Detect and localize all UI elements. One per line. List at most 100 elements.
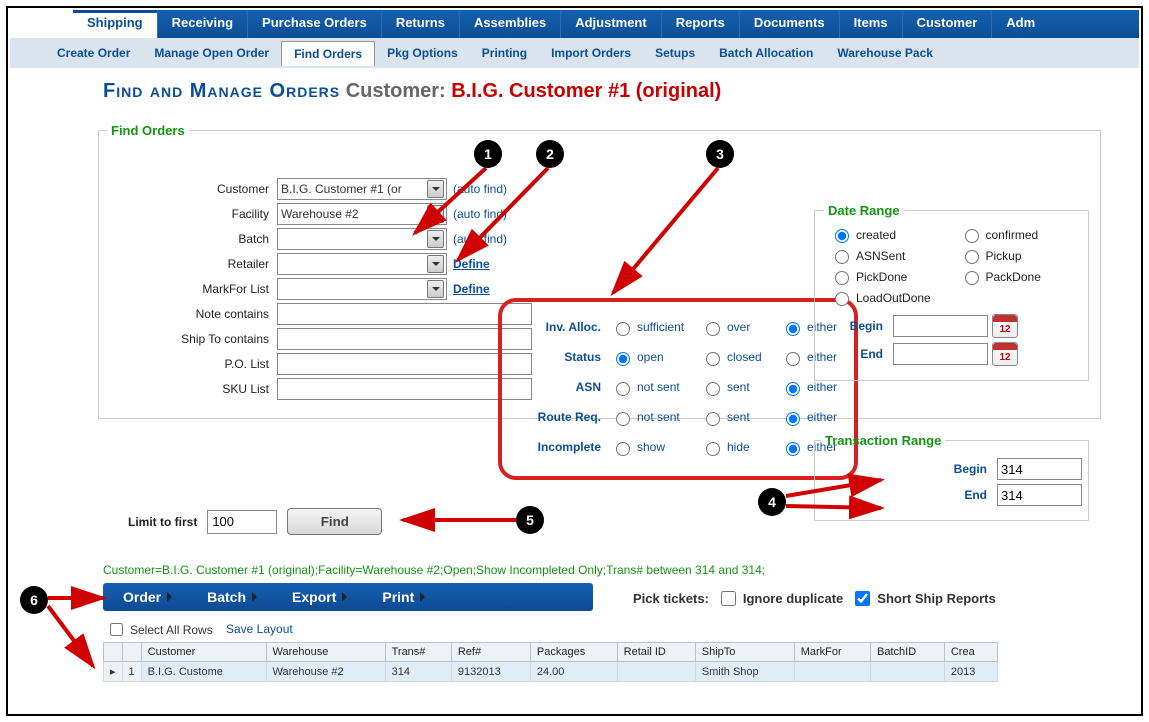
incomplete-show[interactable]: show bbox=[611, 439, 701, 456]
expand-icon[interactable]: ▸ bbox=[104, 662, 123, 682]
route-label: Route Req. bbox=[506, 410, 611, 424]
select-all-rows[interactable]: Select All Rows bbox=[106, 620, 213, 639]
dr-begin-input[interactable] bbox=[893, 315, 988, 337]
calendar-icon[interactable]: 12 bbox=[992, 314, 1018, 338]
asn-notsent[interactable]: not sent bbox=[611, 379, 701, 396]
customer-select[interactable]: B.I.G. Customer #1 (or bbox=[277, 178, 447, 200]
batch-select[interactable] bbox=[277, 228, 447, 250]
dr-pickup[interactable]: Pickup bbox=[960, 247, 1074, 264]
sub-create-order[interactable]: Create Order bbox=[45, 41, 142, 65]
markfor-define[interactable]: Define bbox=[447, 282, 532, 296]
dr-end-input[interactable] bbox=[893, 343, 988, 365]
tr-begin-input[interactable] bbox=[997, 458, 1082, 480]
tab-reports[interactable]: Reports bbox=[661, 10, 739, 38]
tab-customer[interactable]: Customer bbox=[902, 10, 992, 38]
asn-sent[interactable]: sent bbox=[701, 379, 781, 396]
asn-label: ASN bbox=[506, 380, 611, 394]
tr-begin-label: Begin bbox=[954, 462, 993, 476]
col-customer[interactable]: Customer bbox=[141, 643, 266, 662]
sub-warehouse-pack[interactable]: Warehouse Pack bbox=[825, 41, 945, 65]
facility-select[interactable]: Warehouse #2 bbox=[277, 203, 447, 225]
action-batch[interactable]: Batch bbox=[187, 589, 272, 605]
dr-pickdone[interactable]: PickDone bbox=[830, 268, 944, 285]
tab-receiving[interactable]: Receiving bbox=[157, 10, 247, 38]
action-print[interactable]: Print bbox=[362, 589, 440, 605]
sub-pkg-options[interactable]: Pkg Options bbox=[375, 41, 470, 65]
short-ship-check[interactable]: Short Ship Reports bbox=[851, 588, 995, 609]
page-title: Find and Manage Orders Customer: B.I.G. … bbox=[103, 80, 1141, 103]
chevron-down-icon[interactable] bbox=[427, 180, 444, 198]
shipto-input[interactable] bbox=[277, 328, 532, 350]
tab-purchase-orders[interactable]: Purchase Orders bbox=[247, 10, 381, 38]
shipto-label: Ship To contains bbox=[107, 332, 277, 346]
col-ref[interactable]: Ref# bbox=[451, 643, 530, 662]
note-input[interactable] bbox=[277, 303, 532, 325]
tab-returns[interactable]: Returns bbox=[381, 10, 459, 38]
sub-printing[interactable]: Printing bbox=[470, 41, 539, 65]
tr-end-input[interactable] bbox=[997, 484, 1082, 506]
find-button[interactable]: Find bbox=[287, 508, 382, 535]
col-warehouse[interactable]: Warehouse bbox=[266, 643, 385, 662]
dr-loadoutdone[interactable]: LoadOutDone bbox=[830, 289, 944, 306]
action-export[interactable]: Export bbox=[272, 589, 362, 605]
calendar-icon[interactable]: 12 bbox=[992, 342, 1018, 366]
pick-tickets-row: Pick tickets: Ignore duplicate Short Shi… bbox=[633, 588, 996, 609]
po-input[interactable] bbox=[277, 353, 532, 375]
results-table: Customer Warehouse Trans# Ref# Packages … bbox=[103, 642, 998, 682]
tab-adm[interactable]: Adm bbox=[991, 10, 1049, 38]
markfor-select[interactable] bbox=[277, 278, 447, 300]
sub-find-orders[interactable]: Find Orders bbox=[281, 41, 375, 66]
chevron-down-icon[interactable] bbox=[427, 205, 444, 223]
route-sent[interactable]: sent bbox=[701, 409, 781, 426]
batch-autofind[interactable]: (auto find) bbox=[447, 232, 532, 246]
incomplete-hide[interactable]: hide bbox=[701, 439, 781, 456]
retailer-define[interactable]: Define bbox=[447, 257, 532, 271]
sub-manage-open-order[interactable]: Manage Open Order bbox=[142, 41, 281, 65]
sub-batch-allocation[interactable]: Batch Allocation bbox=[707, 41, 825, 65]
status-closed[interactable]: closed bbox=[701, 349, 781, 366]
tab-assemblies[interactable]: Assemblies bbox=[459, 10, 560, 38]
route-either[interactable]: either bbox=[781, 409, 861, 426]
col-packages[interactable]: Packages bbox=[530, 643, 617, 662]
chevron-down-icon[interactable] bbox=[427, 230, 444, 248]
dr-confirmed[interactable]: confirmed bbox=[960, 226, 1074, 243]
inv-alloc-over[interactable]: over bbox=[701, 319, 781, 336]
tab-items[interactable]: Items bbox=[839, 10, 902, 38]
limit-label: Limit to first bbox=[128, 515, 197, 529]
topnav: Shipping Receiving Purchase Orders Retur… bbox=[73, 10, 1139, 38]
annotation-badge-4: 4 bbox=[758, 488, 786, 516]
ignore-duplicate-check[interactable]: Ignore duplicate bbox=[717, 588, 843, 609]
find-orders-legend: Find Orders bbox=[107, 123, 189, 138]
status-open[interactable]: open bbox=[611, 349, 701, 366]
dr-packdone[interactable]: PackDone bbox=[960, 268, 1074, 285]
tab-adjustment[interactable]: Adjustment bbox=[560, 10, 661, 38]
customer-autofind[interactable]: (auto find) bbox=[447, 182, 532, 196]
chevron-down-icon[interactable] bbox=[427, 280, 444, 298]
sub-setups[interactable]: Setups bbox=[643, 41, 707, 65]
col-shipto[interactable]: ShipTo bbox=[695, 643, 794, 662]
inv-alloc-sufficient[interactable]: sufficient bbox=[611, 319, 701, 336]
action-order[interactable]: Order bbox=[103, 589, 187, 605]
title-main: Find and Manage Orders bbox=[103, 80, 340, 102]
chevron-down-icon[interactable] bbox=[427, 255, 444, 273]
sub-import-orders[interactable]: Import Orders bbox=[539, 41, 643, 65]
save-layout-link[interactable]: Save Layout bbox=[226, 622, 293, 636]
tab-shipping[interactable]: Shipping bbox=[73, 10, 157, 38]
limit-input[interactable] bbox=[207, 510, 277, 534]
title-customer: B.I.G. Customer #1 (original) bbox=[451, 80, 721, 102]
dr-begin-label: Begin bbox=[824, 319, 889, 333]
col-retailid[interactable]: Retail ID bbox=[617, 643, 695, 662]
date-range-legend: Date Range bbox=[824, 203, 904, 218]
dr-asnsent[interactable]: ASNSent bbox=[830, 247, 944, 264]
col-trans[interactable]: Trans# bbox=[385, 643, 451, 662]
col-crea[interactable]: Crea bbox=[944, 643, 997, 662]
sku-input[interactable] bbox=[277, 378, 532, 400]
col-batchid[interactable]: BatchID bbox=[871, 643, 945, 662]
tab-documents[interactable]: Documents bbox=[739, 10, 839, 38]
table-row[interactable]: ▸ 1 B.I.G. Custome Warehouse #2 314 9132… bbox=[104, 662, 998, 682]
retailer-select[interactable] bbox=[277, 253, 447, 275]
facility-autofind[interactable]: (auto find) bbox=[447, 207, 532, 221]
dr-created[interactable]: created bbox=[830, 226, 944, 243]
route-notsent[interactable]: not sent bbox=[611, 409, 701, 426]
col-markfor[interactable]: MarkFor bbox=[794, 643, 870, 662]
